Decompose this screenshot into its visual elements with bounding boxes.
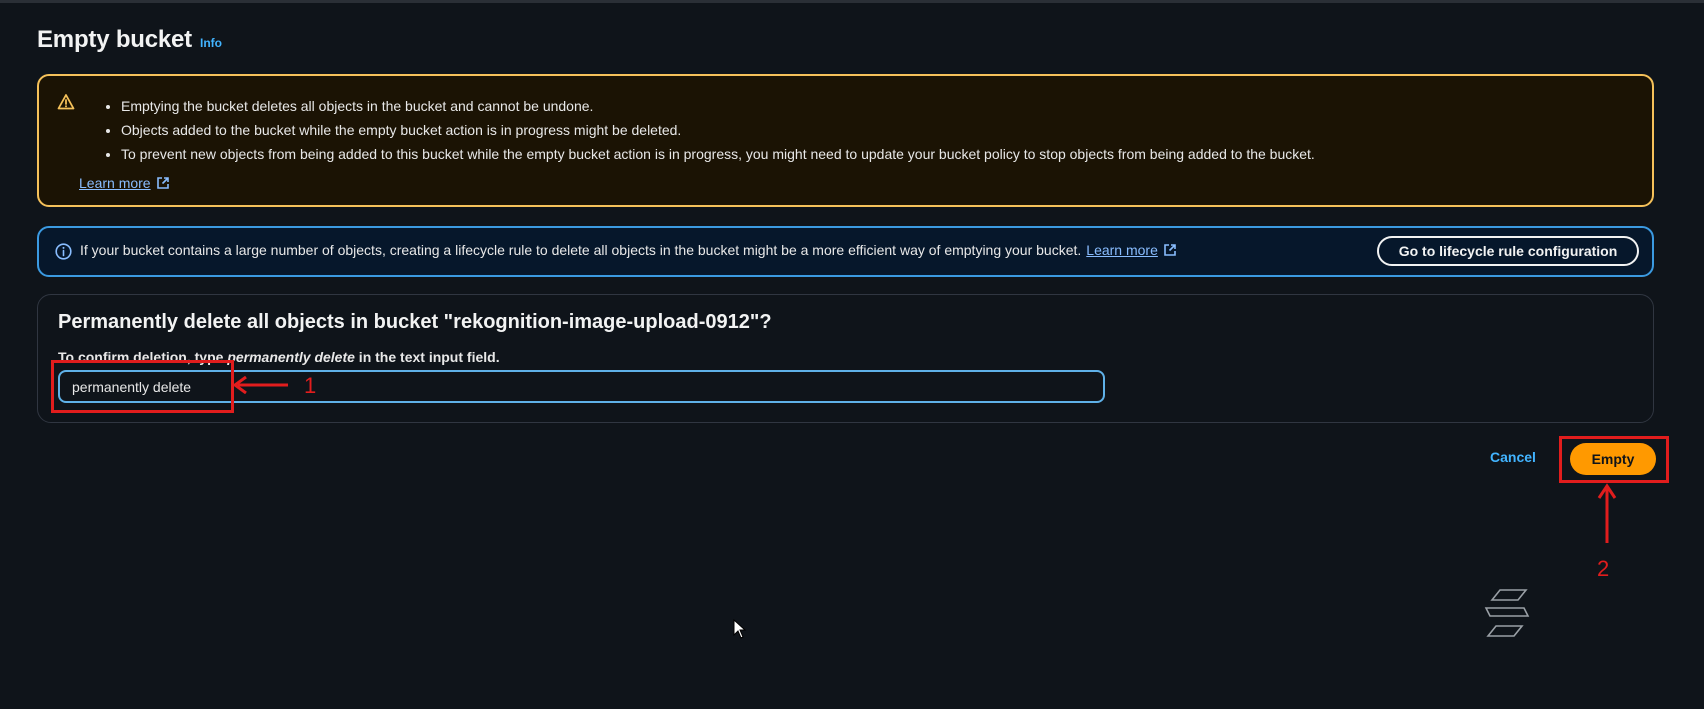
warning-triangle-icon	[57, 94, 75, 110]
watermark-logo-icon	[1484, 589, 1530, 637]
warning-list: Emptying the bucket deletes all objects …	[101, 94, 1315, 166]
annotation-step-1: 1	[304, 373, 317, 398]
annotation-arrow-left-icon	[232, 376, 288, 394]
warning-item: To prevent new objects from being added …	[121, 142, 1315, 166]
info-learn-more-link[interactable]: Learn more	[1086, 242, 1158, 258]
external-link-icon	[156, 177, 169, 189]
cancel-button[interactable]: Cancel	[1490, 449, 1536, 465]
warning-item: Emptying the bucket deletes all objects …	[121, 94, 1315, 118]
page-title: Empty bucket	[37, 26, 192, 53]
confirm-label-keyword: permanently delete	[227, 349, 355, 365]
info-alert: If your bucket contains a large number o…	[37, 226, 1654, 277]
info-alert-message: If your bucket contains a large number o…	[80, 242, 1177, 258]
warning-learn-more-link[interactable]: Learn more	[79, 175, 170, 191]
info-circle-icon	[55, 243, 72, 260]
external-link-icon	[1164, 244, 1176, 256]
page-header: Empty bucket Info	[37, 26, 222, 54]
info-link[interactable]: Info	[200, 36, 222, 50]
confirm-label-suffix: in the text input field.	[354, 349, 500, 365]
confirm-deletion-container: Permanently delete all objects in bucket…	[37, 294, 1654, 423]
warning-alert: Emptying the bucket deletes all objects …	[37, 74, 1654, 207]
confirm-heading: Permanently delete all objects in bucket…	[58, 311, 772, 333]
go-to-lifecycle-rule-button[interactable]: Go to lifecycle rule configuration	[1377, 236, 1639, 266]
annotation-arrow-up-icon	[1597, 483, 1617, 543]
learn-more-label: Learn more	[79, 175, 151, 191]
annotation-box-empty	[1559, 436, 1669, 483]
annotation-box-input	[51, 360, 234, 413]
annotation-step-2: 2	[1597, 556, 1610, 581]
info-alert-text: If your bucket contains a large number o…	[80, 242, 1082, 258]
mouse-cursor-icon	[733, 619, 747, 639]
top-divider	[0, 0, 1704, 3]
warning-item: Objects added to the bucket while the em…	[121, 118, 1315, 142]
